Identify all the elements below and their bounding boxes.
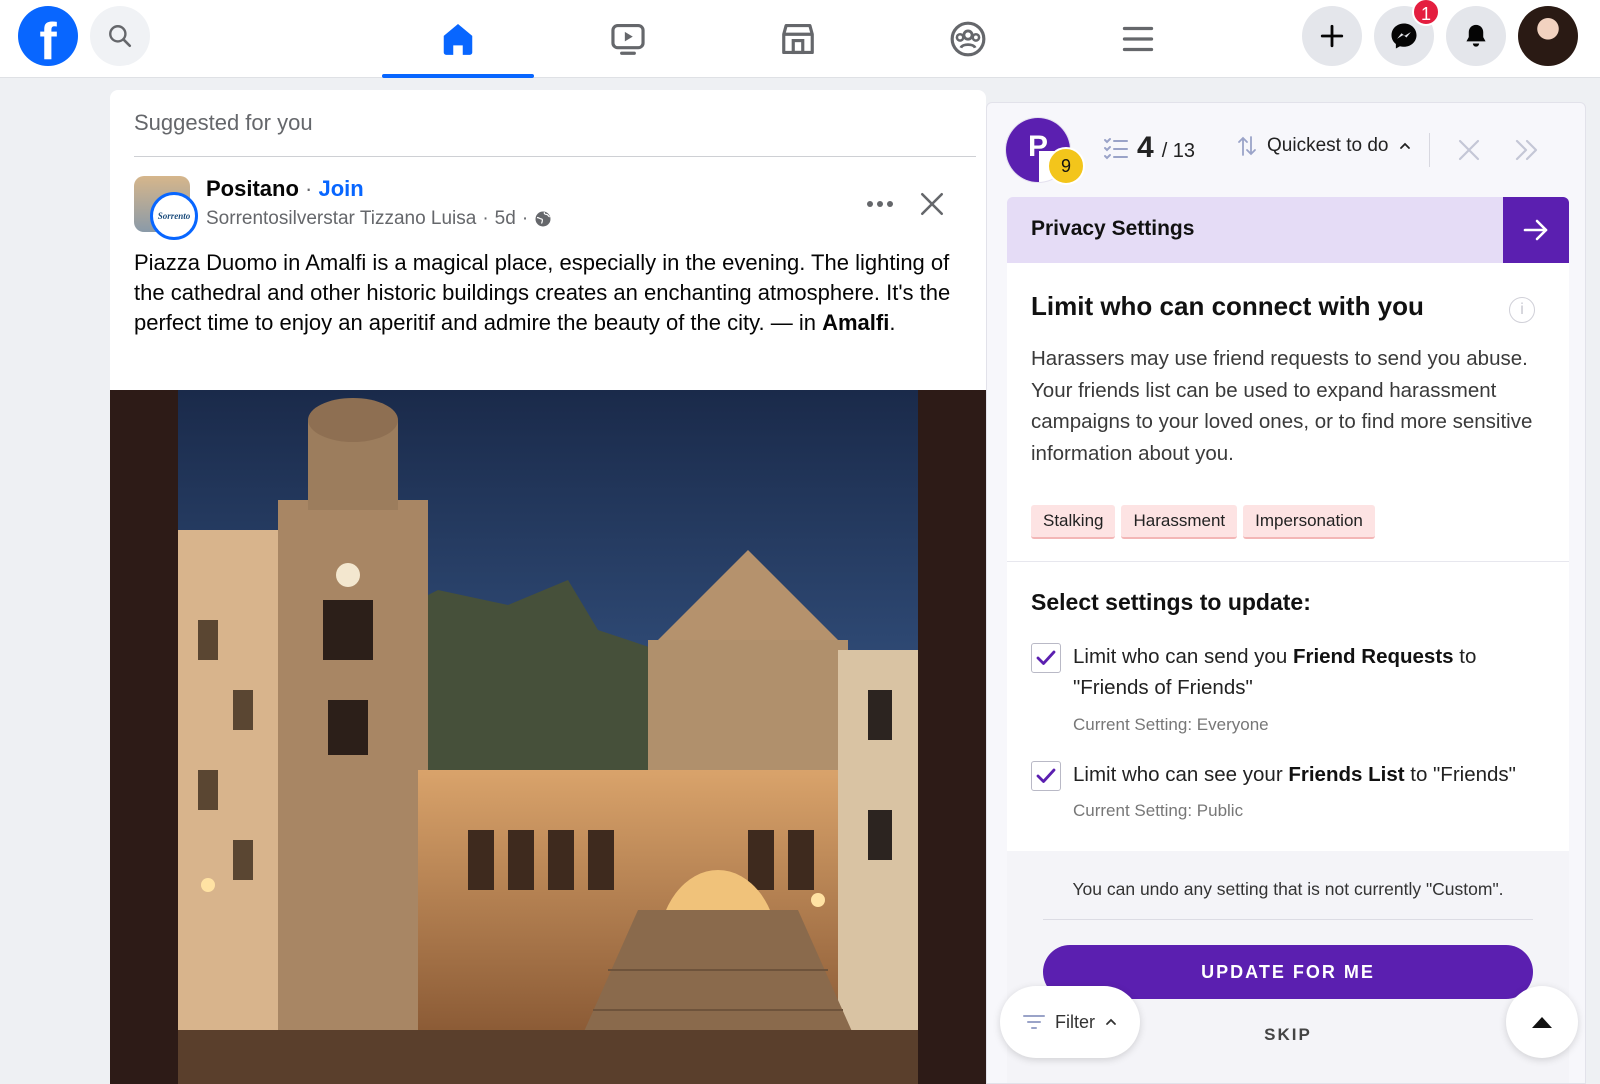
group-name-link[interactable]: Positano — [206, 176, 299, 201]
tab-home[interactable] — [382, 0, 534, 78]
group-avatar-badge: Sorrento — [150, 192, 198, 240]
bell-icon — [1466, 24, 1486, 47]
top-navigation-bar: f 1 — [0, 0, 1600, 78]
friends-list-checkbox[interactable] — [1031, 761, 1061, 791]
chevron-up-icon — [1400, 142, 1411, 149]
tab-watch[interactable] — [552, 0, 704, 78]
create-button[interactable] — [1302, 6, 1362, 66]
post-image[interactable] — [110, 390, 986, 1084]
progress-current: 4 — [1137, 131, 1154, 164]
notification-badge: 1 — [1412, 0, 1440, 26]
triangle-up-icon — [1532, 1017, 1552, 1028]
filter-icon — [1023, 1015, 1045, 1029]
friends-list-label: Limit who can see your Friends List to "… — [1073, 763, 1516, 786]
post-text: Piazza Duomo in Amalfi is a magical plac… — [134, 250, 951, 335]
facebook-logo[interactable]: f — [18, 6, 78, 71]
groups-icon — [950, 21, 986, 57]
friends-list-current: Current Setting: Public — [1073, 801, 1244, 820]
store-icon — [782, 23, 814, 55]
task-description: Harassers may use friend requests to sen… — [1031, 347, 1533, 465]
extension-logo-letter: P — [1028, 130, 1049, 163]
location-link[interactable]: Amalfi — [822, 310, 889, 335]
sort-label: Quickest to do — [1267, 135, 1389, 156]
dismiss-button[interactable] — [1449, 130, 1489, 170]
divider — [1043, 919, 1533, 920]
section-title: Privacy Settings — [1031, 217, 1195, 240]
notifications-button[interactable] — [1446, 6, 1506, 66]
tag-impersonation: Impersonation — [1243, 505, 1375, 539]
task-title: Limit who can connect with you — [1031, 291, 1424, 321]
globe-icon — [535, 211, 551, 227]
more-icon — [867, 201, 893, 207]
checkmark-icon — [1036, 650, 1056, 665]
tab-groups[interactable] — [892, 0, 1044, 78]
group-avatar[interactable]: Sorrento — [134, 176, 198, 240]
tag-stalking: Stalking — [1031, 505, 1116, 539]
friend-requests-label: Limit who can send you Friend Requests t… — [1073, 645, 1477, 699]
close-icon — [1458, 139, 1480, 161]
facebook-logo-letter: f — [39, 13, 57, 71]
search-icon — [109, 25, 132, 48]
profile-avatar[interactable] — [1518, 6, 1578, 66]
double-chevron-right-icon — [1515, 139, 1538, 161]
post-time[interactable]: 5d — [495, 208, 516, 230]
more-options-button[interactable] — [858, 186, 902, 222]
open-section-button[interactable] — [1503, 197, 1569, 263]
sort-dropdown[interactable]: Quickest to do — [1237, 135, 1412, 157]
video-icon — [611, 23, 645, 55]
divider — [1007, 561, 1569, 562]
filter-label: Filter — [1055, 1011, 1095, 1032]
arrow-right-icon — [1523, 219, 1548, 241]
checkmark-icon — [1036, 768, 1056, 783]
progress-total: / 13 — [1161, 140, 1196, 162]
post-header-title: Positano · Join — [206, 176, 364, 201]
filter-button[interactable]: Filter — [1000, 986, 1140, 1058]
section-header: Privacy Settings — [1007, 197, 1569, 263]
header-separator — [1429, 133, 1430, 167]
join-link[interactable]: Join — [318, 176, 363, 201]
divider — [134, 156, 976, 157]
chevron-up-icon — [1106, 1018, 1116, 1025]
tab-marketplace[interactable] — [722, 0, 874, 78]
messenger-button[interactable]: 1 — [1374, 0, 1440, 66]
suggested-label: Suggested for you — [134, 110, 313, 135]
privacy-assistant-panel: P 9 4 / 13 Quickest to do Privacy Settin… — [986, 102, 1586, 1084]
search-button[interactable] — [90, 6, 150, 66]
undo-note: You can undo any setting that is not cur… — [1072, 879, 1504, 899]
task-card: Limit who can connect with you i Harasse… — [1007, 263, 1569, 1083]
checklist-icon — [1104, 138, 1128, 160]
amalfi-cathedral-photo — [178, 390, 918, 1084]
risk-tags: Stalking Harassment Impersonation — [1031, 505, 1375, 539]
friend-requests-checkbox[interactable] — [1031, 643, 1061, 673]
info-icon[interactable]: i — [1509, 297, 1535, 323]
friend-requests-current: Current Setting: Everyone — [1073, 715, 1269, 734]
plus-icon — [1320, 24, 1344, 48]
author-name[interactable]: Sorrentosilverstar Tizzano Luisa — [206, 208, 476, 230]
hide-post-button[interactable] — [910, 182, 954, 226]
tag-harassment: Harassment — [1121, 505, 1238, 539]
select-settings-title: Select settings to update: — [1031, 589, 1311, 615]
next-task-button[interactable] — [1507, 130, 1547, 170]
messenger-icon — [1391, 23, 1417, 49]
task-progress: 4 / 13 — [1103, 131, 1195, 165]
tab-menu[interactable] — [1062, 0, 1214, 78]
extension-badge: 9 — [1047, 147, 1085, 185]
close-icon — [920, 192, 944, 216]
suggested-post-card: Suggested for you Sorrento Positano · Jo… — [110, 90, 986, 1084]
post-meta: Sorrentosilverstar Tizzano Luisa · 5d · — [206, 208, 552, 230]
home-icon — [443, 23, 473, 55]
collapse-panel-button[interactable] — [1506, 986, 1578, 1058]
sort-icon — [1238, 136, 1256, 156]
menu-icon — [1122, 26, 1154, 52]
